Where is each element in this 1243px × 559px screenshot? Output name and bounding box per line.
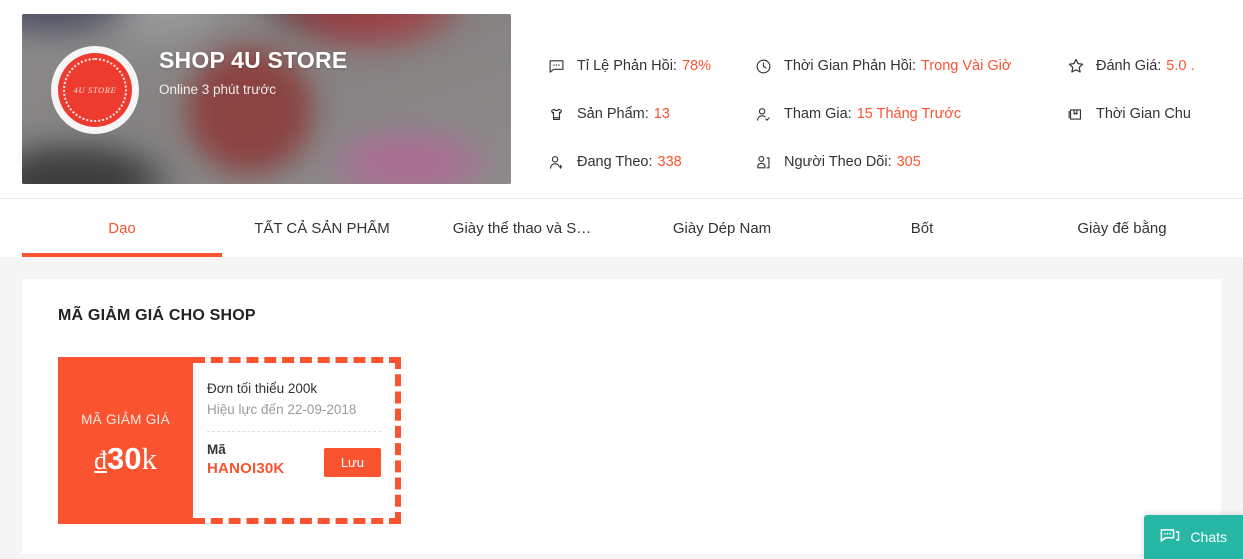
chat-widget[interactable]: Chats <box>1144 515 1243 559</box>
voucher-expiry: Hiệu lực đến 22-09-2018 <box>207 401 357 417</box>
tab-bot[interactable]: Bốt <box>822 199 1022 257</box>
tab-label: TẤT CẢ SẢN PHẨM <box>254 219 390 237</box>
stat-label: Tham Gia: <box>784 105 852 122</box>
tab-label: Giày đế bằng <box>1077 219 1167 237</box>
chat-widget-label: Chats <box>1190 529 1227 545</box>
avatar[interactable]: 4U STORE <box>51 46 139 134</box>
stat-response-time: Thời Gian Phản Hồi: Trong Vài Giờ <box>754 57 1066 76</box>
chat-bubble-icon <box>1158 526 1181 549</box>
voucher-amount-number: 30 <box>107 440 142 476</box>
voucher-amount-unit: k <box>141 440 157 476</box>
voucher-code-value[interactable]: HANOI30K <box>207 459 284 479</box>
shop-cover-card[interactable]: 4U STORE SHOP 4U STORE Online 3 phút trư… <box>22 14 511 184</box>
voucher-code-row: Mã HANOI30K Lưu <box>207 441 381 479</box>
tab-label: Dạo <box>108 219 136 237</box>
stat-label: Tỉ Lệ Phản Hồi: <box>577 57 677 74</box>
stat-value: 15 Tháng Trước <box>856 105 962 122</box>
shop-stats-grid: Tỉ Lệ Phản Hồi: 78% Thời Gian Phản Hồi: … <box>547 42 1243 186</box>
stat-joined: Tham Gia: 15 Tháng Trước <box>754 105 1066 124</box>
tab-giay-the-thao[interactable]: Giày thể thao và S… <box>422 199 622 257</box>
tab-tat-ca-san-pham[interactable]: TẤT CẢ SẢN PHẨM <box>222 199 422 257</box>
star-icon <box>1066 57 1085 76</box>
voucher-min-order: Đơn tối thiểu 200k <box>207 381 318 396</box>
stat-followers: Người Theo Dõi: 305 <box>754 153 1066 172</box>
followers-icon <box>754 153 773 172</box>
stat-following: Đang Theo: 338 <box>547 153 754 172</box>
avatar-circle: 4U STORE <box>58 53 132 127</box>
stat-label: Thời Gian Chu <box>1096 105 1191 122</box>
voucher-card[interactable]: MÃ GIẢM GIÁ đ30k Đơn tối thiểu 200k Hiệu… <box>58 357 401 524</box>
user-plus-icon <box>547 153 566 172</box>
voucher-code-label: Mã <box>207 441 226 457</box>
stat-value: 305 <box>896 153 921 170</box>
stat-shipping-time: Thời Gian Chu <box>1066 105 1243 124</box>
shop-identity: SHOP 4U STORE Online 3 phút trước <box>159 46 347 98</box>
panel-title: MÃ GIẢM GIÁ CHO SHOP <box>58 307 256 324</box>
stat-rating: Đánh Giá: 5.0 . <box>1066 57 1243 76</box>
stat-value: 338 <box>657 153 682 170</box>
voucher-panel: MÃ GIẢM GIÁ CHO SHOP MÃ GIẢM GIÁ đ30k Đơ… <box>22 279 1221 554</box>
main-content: MÃ GIẢM GIÁ CHO SHOP MÃ GIẢM GIÁ đ30k Đơ… <box>0 257 1243 554</box>
nav-tabs: Dạo TẤT CẢ SẢN PHẨM Giày thể thao và S… … <box>0 199 1243 257</box>
stat-label: Người Theo Dõi: <box>784 153 892 170</box>
stat-label: Thời Gian Phản Hồi: <box>784 57 917 74</box>
chat-bubble-icon <box>547 57 566 76</box>
avatar-label: 4U STORE <box>73 85 117 95</box>
stat-products: Sản Phẩm: 13 <box>547 105 754 124</box>
package-icon <box>1066 105 1085 124</box>
tab-label: Bốt <box>910 219 934 237</box>
voucher-amount: đ30k <box>94 443 157 474</box>
save-voucher-button[interactable]: Lưu <box>323 448 381 478</box>
shop-nav-bar: Dạo TẤT CẢ SẢN PHẨM Giày thể thao và S… … <box>0 198 1243 257</box>
tab-label: Giày Dép Nam <box>672 219 772 237</box>
stat-value: 78% <box>681 57 711 74</box>
stat-response-rate: Tỉ Lệ Phản Hồi: 78% <box>547 57 754 76</box>
shop-online-status: Online 3 phút trước <box>159 81 276 97</box>
voucher-code-block: Mã HANOI30K <box>207 441 284 479</box>
voucher-left-label: MÃ GIẢM GIÁ <box>81 411 170 427</box>
tab-giay-de-bang[interactable]: Giày đế bằng <box>1022 199 1222 257</box>
tab-dao[interactable]: Dạo <box>22 199 222 257</box>
currency-symbol: đ <box>94 445 107 475</box>
tshirt-icon <box>547 105 566 124</box>
voucher-left-section: MÃ GIẢM GIÁ đ30k <box>58 357 193 524</box>
shop-name: SHOP 4U STORE <box>159 47 348 73</box>
stat-label: Sản Phẩm: <box>577 105 649 122</box>
voucher-divider <box>207 430 381 432</box>
stat-label: Đánh Giá: <box>1096 57 1162 74</box>
tab-label: Giày thể thao và S… <box>452 219 592 237</box>
clock-icon <box>754 57 773 76</box>
user-check-icon <box>754 105 773 124</box>
voucher-details: Đơn tối thiểu 200k Hiệu lực đến 22-09-20… <box>193 357 401 524</box>
tab-giay-dep-nam[interactable]: Giày Dép Nam <box>622 199 822 257</box>
stat-label: Đang Theo: <box>577 153 653 170</box>
stat-value: 13 <box>653 105 670 122</box>
stat-value: Trong Vài Giờ <box>921 57 1012 74</box>
stat-value: 5.0 . <box>1166 57 1195 74</box>
shop-header: 4U STORE SHOP 4U STORE Online 3 phút trư… <box>0 0 1243 198</box>
